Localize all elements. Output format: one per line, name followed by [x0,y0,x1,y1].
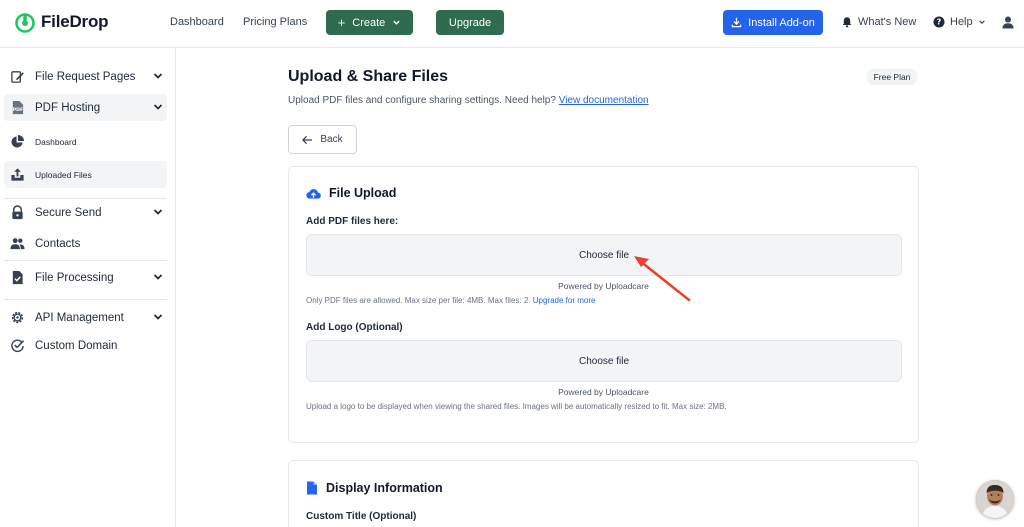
sidebar-item-label: Contacts [35,237,81,250]
annotation-arrow [634,256,691,302]
chevron-down-icon [393,20,400,25]
lock-icon [12,205,23,220]
document-icon [307,481,317,495]
logo-label: Add Logo (Optional) [306,322,403,333]
display-information-heading: Display Information [306,481,443,495]
file-upload-heading: File Upload [306,186,396,200]
create-label: Create [352,16,386,29]
plan-badge: Free Plan [866,69,918,85]
brand-name: FileDrop [41,12,109,31]
sidebar-item-label: Secure Send [35,206,102,219]
sidebar-divider [4,299,167,300]
chevron-down-icon [153,274,163,280]
nav-dashboard-link[interactable]: Dashboard [170,16,224,28]
whats-new-link[interactable]: What's New [841,16,916,28]
whats-new-label: What's New [858,16,917,28]
logo-upload-hint: Upload a logo to be displayed when viewi… [306,402,727,411]
chevron-down-icon [978,20,985,24]
sidebar: File Request Pages PDF PDF Hosting Dashb… [0,48,176,527]
support-avatar[interactable] [976,480,1014,518]
upgrade-for-more-link[interactable]: Upgrade for more [533,296,596,305]
brand-logo[interactable]: FileDrop [14,11,109,33]
sidebar-item-label: File Request Pages [35,70,136,83]
back-label: Back [320,134,343,145]
install-addon-button[interactable]: Install Add-on [723,10,823,35]
edit-icon [11,71,24,83]
sidebar-item-label: Custom Domain [35,339,118,352]
help-circle-icon: ? [933,16,945,28]
badge-check-icon [11,339,25,353]
create-button[interactable]: + Create [326,10,413,35]
filedrop-logo-icon [15,13,35,33]
sidebar-item-pdf-dashboard[interactable]: Dashboard [4,128,167,155]
pdf-choose-file-button[interactable]: Choose file [306,234,902,276]
sidebar-item-api-management[interactable]: API Management [4,304,167,331]
help-menu[interactable]: ? Help [933,16,986,28]
pdf-upload-hint-text: Only PDF files are allowed. Max size per… [306,296,531,305]
svg-text:PDF: PDF [13,107,24,113]
nav-pricing-link[interactable]: Pricing Plans [243,16,307,28]
display-information-card: Display Information Custom Title (Option… [288,460,919,527]
sidebar-item-contacts[interactable]: Contacts [4,230,167,257]
sidebar-item-file-request-pages[interactable]: File Request Pages [4,63,167,90]
file-upload-title: File Upload [329,186,397,200]
sidebar-item-custom-domain[interactable]: Custom Domain [4,332,167,359]
view-documentation-link[interactable]: View documentation [559,95,649,106]
person-photo-icon [976,480,1014,518]
sidebar-item-label: Uploaded Files [35,169,92,180]
chevron-down-icon [153,104,163,110]
sidebar-item-secure-send[interactable]: Secure Send [4,199,167,226]
plus-icon: + [337,15,346,30]
cloud-upload-icon [306,188,321,199]
file-check-icon [12,270,23,285]
gear-icon [11,311,24,324]
display-information-title: Display Information [326,481,443,495]
install-addon-label: Install Add-on [748,16,815,29]
custom-title-label: Custom Title (Optional) [306,511,417,522]
sidebar-item-label: Dashboard [35,136,77,147]
sidebar-item-label: API Management [35,311,124,324]
page-title: Upload & Share Files [288,68,449,85]
logo-powered-by-uploadcare: Powered by Uploadcare [558,387,649,397]
powered-by-uploadcare: Powered by Uploadcare [558,281,649,291]
sidebar-item-label: PDF Hosting [35,101,101,114]
download-icon [731,17,742,28]
arrow-left-icon [302,135,313,144]
pie-chart-icon [11,134,25,148]
back-button[interactable]: Back [288,125,357,154]
sidebar-item-file-processing[interactable]: File Processing [4,264,167,291]
help-label: Help [950,16,973,28]
top-bar: FileDrop Dashboard Pricing Plans + Creat… [0,0,1024,48]
sidebar-item-pdf-hosting[interactable]: PDF PDF Hosting [4,94,167,121]
page-subtitle: Upload PDF files and configure sharing s… [288,95,649,106]
pdf-files-label: Add PDF files here: [306,216,399,227]
logo-choose-file-button[interactable]: Choose file [306,340,902,382]
pdf-upload-hint: Only PDF files are allowed. Max size per… [306,296,595,305]
user-account-icon[interactable] [1002,16,1014,29]
sidebar-item-label: File Processing [35,271,114,284]
sidebar-item-uploaded-files[interactable]: Uploaded Files [4,161,167,188]
chevron-down-icon [153,314,163,320]
upgrade-button[interactable]: Upgrade [436,10,504,35]
chevron-down-icon [153,73,163,79]
chevron-down-icon [153,209,163,215]
sidebar-divider [4,260,167,261]
file-upload-card: File Upload Add PDF files here: Choose f… [288,166,919,443]
page-subtitle-text: Upload PDF files and configure sharing s… [288,95,556,106]
users-icon [10,238,25,250]
svg-text:?: ? [937,18,942,27]
bell-icon [842,17,852,28]
upload-tray-icon [11,168,24,181]
pdf-icon: PDF [13,100,24,115]
